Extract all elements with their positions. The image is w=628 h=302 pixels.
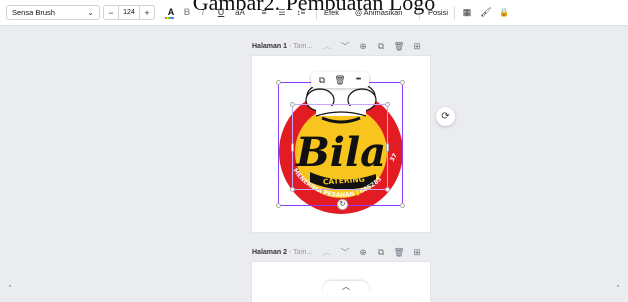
copy-icon[interactable]: ⧉	[313, 72, 331, 88]
chevron-down-icon[interactable]: ﹀	[336, 245, 354, 259]
italic-button[interactable]: I	[197, 6, 209, 19]
align-button[interactable]: ≡	[258, 6, 270, 19]
page-2-title-placeholder[interactable]: - Tam...	[289, 249, 312, 256]
resize-handle-bottom-right[interactable]	[385, 187, 390, 192]
animate-button[interactable]: ◎ Animasikan	[355, 7, 402, 18]
font-size-control: − 124 +	[103, 5, 155, 20]
chevron-down-icon[interactable]: ﹀	[336, 39, 354, 53]
trash-icon[interactable]: 🗑	[331, 72, 349, 88]
canvas-workspace: Halaman 1 - Tam... ︿ ﹀ ⊕ ⧉ 🗑 ⊞ Bila CATE…	[0, 26, 628, 302]
resize-handle-top-right[interactable]	[400, 80, 405, 85]
text-toolbar: Sensa Brush ⌄ − 124 + A B I U aA ≡ ☰ ↕≡ …	[0, 0, 628, 26]
animate-label: Animasikan	[363, 8, 403, 17]
effects-button[interactable]: Efek	[324, 7, 339, 18]
spacing-button[interactable]: ↕≡	[293, 6, 309, 19]
scroll-indicator	[617, 285, 619, 287]
toolbar-divider	[419, 6, 420, 20]
chevron-down-icon: ⌄	[87, 8, 94, 17]
decrease-size-button[interactable]: −	[104, 8, 118, 18]
page-2-header: Halaman 2 - Tam... ︿ ﹀ ⊕ ⧉ 🗑 ⊞	[252, 245, 432, 259]
lock-icon[interactable]: 🔒	[498, 6, 510, 19]
rotate-icon[interactable]: ↻	[337, 199, 348, 210]
font-family-value: Sensa Brush	[12, 8, 55, 17]
chevron-up-icon[interactable]: ︿	[318, 245, 336, 259]
scroll-indicator	[9, 285, 11, 287]
resize-handle-bottom-left[interactable]	[290, 187, 295, 192]
more-options-icon[interactable]: •••	[349, 72, 367, 88]
position-button[interactable]: Posisi	[428, 7, 448, 18]
font-size-input[interactable]: 124	[118, 6, 140, 19]
list-button[interactable]: ☰	[276, 6, 288, 19]
toolbar-divider	[454, 6, 455, 20]
increase-size-button[interactable]: +	[140, 8, 154, 18]
refresh-icon[interactable]: ⟳	[436, 107, 455, 126]
page-2-label[interactable]: Halaman 2	[252, 249, 287, 256]
resize-handle-right[interactable]	[386, 143, 389, 152]
toolbar-divider	[316, 6, 317, 20]
resize-handle-top-right[interactable]	[385, 102, 390, 107]
chevron-up-icon[interactable]: ︿	[318, 39, 336, 53]
text-selection-frame	[290, 102, 390, 192]
element-floating-menu: ⧉ 🗑 •••	[311, 72, 369, 88]
page-1-label[interactable]: Halaman 1	[252, 43, 287, 50]
letter-case-button[interactable]: aA	[232, 6, 248, 19]
bold-button[interactable]: B	[181, 6, 193, 19]
animate-icon: ◎	[355, 8, 362, 17]
page-1-canvas[interactable]: Bila CATERING MENERIMA PESANAN | 085285 …	[252, 56, 430, 232]
text-color-icon: A	[167, 7, 175, 17]
collapse-pages-button[interactable]: ︿	[323, 281, 369, 293]
page-1-title-placeholder[interactable]: - Tam...	[289, 43, 312, 50]
add-page-icon[interactable]: ⊞	[408, 39, 426, 53]
trash-icon[interactable]: 🗑	[390, 245, 408, 259]
lock-icon[interactable]: ⊕	[354, 245, 372, 259]
add-page-icon[interactable]: ⊞	[408, 245, 426, 259]
resize-handle-top-left[interactable]	[290, 102, 295, 107]
paint-format-icon[interactable]: 🖌	[480, 6, 492, 19]
resize-handle-bottom-right[interactable]	[400, 203, 405, 208]
lock-icon[interactable]: ⊕	[354, 39, 372, 53]
resize-handle-top-left[interactable]	[276, 80, 281, 85]
resize-handle-left[interactable]	[291, 143, 294, 152]
font-family-dropdown[interactable]: Sensa Brush ⌄	[6, 5, 100, 20]
underline-button[interactable]: U	[215, 6, 227, 19]
page-1-header: Halaman 1 - Tam... ︿ ﹀ ⊕ ⧉ 🗑 ⊞	[252, 39, 432, 53]
transparency-icon[interactable]: ▦	[461, 6, 473, 19]
trash-icon[interactable]: 🗑	[390, 39, 408, 53]
text-color-button[interactable]: A	[165, 6, 177, 19]
duplicate-icon[interactable]: ⧉	[372, 39, 390, 53]
resize-handle-bottom-left[interactable]	[276, 203, 281, 208]
duplicate-icon[interactable]: ⧉	[372, 245, 390, 259]
